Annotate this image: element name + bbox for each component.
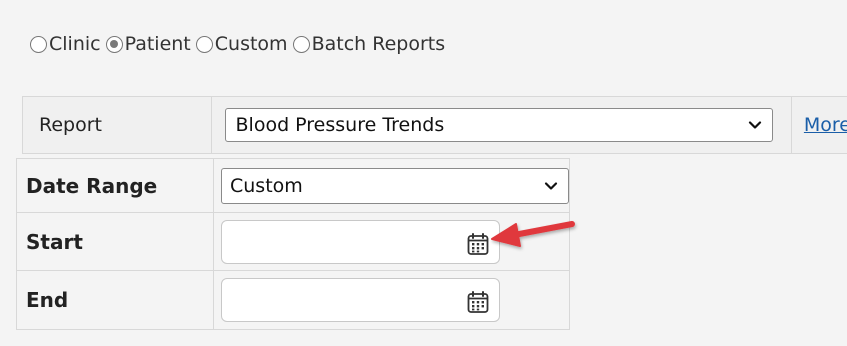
date-range-row: Date Range Custom <box>16 158 570 213</box>
calendar-icon[interactable] <box>466 290 490 314</box>
report-select-value: Blood Pressure Trends <box>235 114 445 136</box>
radio-batch-reports[interactable]: Batch Reports <box>292 33 446 55</box>
chevron-down-icon <box>544 181 558 190</box>
radio-patient-label[interactable]: Patient <box>125 33 191 55</box>
radio-custom-circle[interactable] <box>195 35 213 53</box>
date-range-select[interactable]: Custom <box>221 167 569 204</box>
start-date-input[interactable] <box>221 219 500 264</box>
radio-clinic-label[interactable]: Clinic <box>49 33 101 55</box>
date-range-label: Date Range <box>16 158 214 213</box>
radio-custom[interactable]: Custom <box>195 33 288 55</box>
end-date-input[interactable] <box>221 278 500 322</box>
more-link[interactable]: More <box>804 114 847 136</box>
radio-batch-reports-circle[interactable] <box>292 35 310 53</box>
more-cell: More <box>790 96 847 154</box>
radio-patient[interactable]: Patient <box>105 33 191 55</box>
date-range-select-value: Custom <box>230 174 303 197</box>
red-arrow-annotation <box>491 221 575 247</box>
report-table: Report Blood Pressure Trends More <box>22 96 847 154</box>
end-row: End <box>16 270 570 330</box>
radio-patient-circle[interactable] <box>105 35 123 53</box>
report-select-cell: Blood Pressure Trends <box>210 96 792 154</box>
radio-clinic-circle[interactable] <box>30 35 47 53</box>
radio-batch-reports-label[interactable]: Batch Reports <box>312 33 446 55</box>
start-label: Start <box>16 212 214 271</box>
radio-clinic[interactable]: Clinic <box>30 33 101 55</box>
date-range-select-cell: Custom <box>213 158 570 213</box>
end-input-cell <box>213 270 570 330</box>
report-type-radio-group: Clinic Patient Custom Batch Reports <box>30 33 445 55</box>
chevron-down-icon <box>748 121 761 129</box>
end-label: End <box>16 270 214 330</box>
report-select[interactable]: Blood Pressure Trends <box>224 108 773 142</box>
report-label: Report <box>22 96 212 154</box>
report-row: Report Blood Pressure Trends More <box>22 96 847 154</box>
radio-custom-label[interactable]: Custom <box>215 33 288 55</box>
